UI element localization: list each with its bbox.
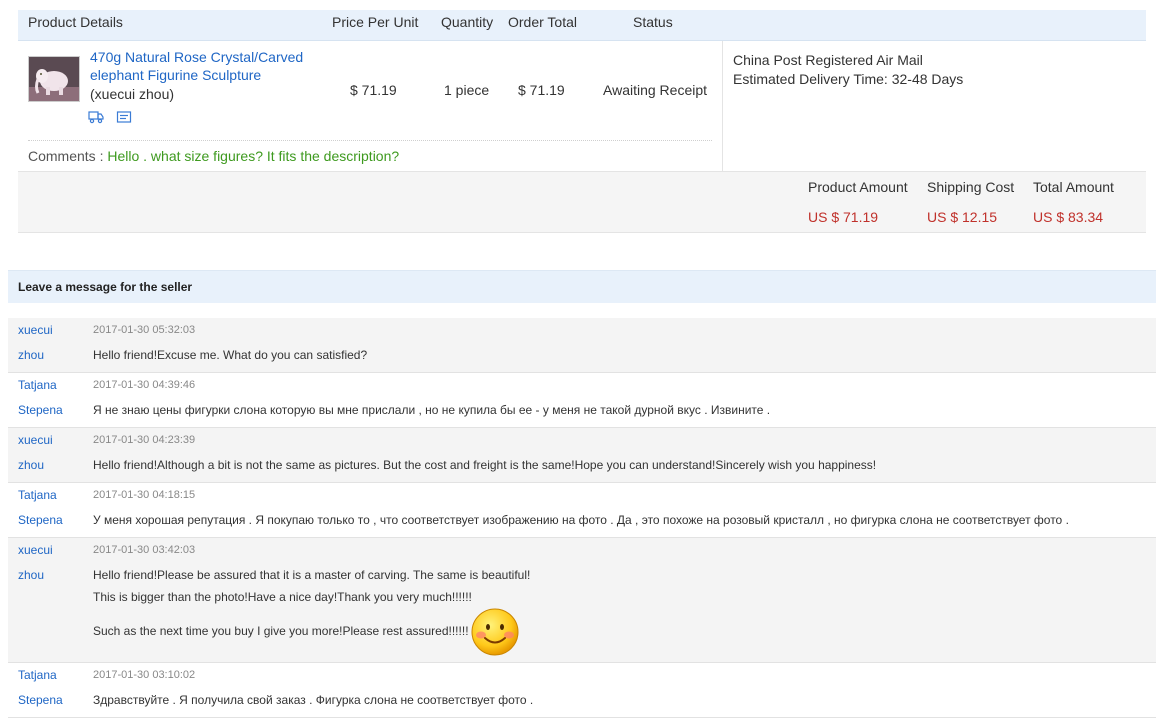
sender-first-name[interactable]: xuecui [18, 433, 53, 447]
sender-first-name[interactable]: Tatjana [18, 668, 57, 682]
sender-last-name[interactable]: Stepena [18, 693, 63, 707]
item-order-total: $ 71.19 [518, 82, 565, 98]
sender-last-name[interactable]: zhou [18, 348, 44, 362]
message-text-line3: Such as the next time you buy I give you… [93, 624, 469, 638]
order-comment: Comments : Hello . what size figures? It… [28, 148, 399, 164]
message-time: 2017-01-30 04:18:15 [93, 489, 196, 501]
product-title-line2: elephant Figurine Sculpture [90, 67, 262, 83]
product-amount-value: US $ 71.19 [808, 209, 879, 225]
sender-last-name[interactable]: Stepena [18, 513, 63, 527]
order-details-table: Product Details Price Per Unit Quantity … [18, 10, 1146, 233]
order-totals: Product Amount US $ 71.19 Shipping Cost … [18, 172, 1146, 233]
smiley-face-icon [471, 608, 519, 656]
message-text: Hello friend!Although a bit is not the s… [93, 458, 877, 472]
message-text-line2: This is bigger than the photo!Have a nic… [93, 590, 472, 604]
message-item: xuecui zhou 2017-01-30 03:42:03 Hello fr… [8, 538, 1156, 663]
sender-first-name[interactable]: Tatjana [18, 488, 57, 502]
message-text: Я не знаю цены фигурки слона которую вы … [93, 403, 771, 417]
product-thumbnail[interactable] [28, 56, 80, 102]
shipping-cost-value: US $ 12.15 [927, 209, 998, 225]
elephant-figurine-image [29, 57, 79, 101]
product-icons [88, 110, 140, 129]
header-quantity: Quantity [441, 14, 494, 30]
estimated-delivery: Estimated Delivery Time: 32-48 Days [733, 71, 964, 87]
header-product-details: Product Details [28, 14, 123, 30]
total-amount-value: US $ 83.34 [1033, 209, 1104, 225]
sender-first-name[interactable]: xuecui [18, 323, 53, 337]
message-time: 2017-01-30 04:39:46 [93, 379, 196, 391]
comment-text: Hello . what size figures? It fits the d… [107, 148, 400, 164]
shipping-truck-icon[interactable] [88, 110, 104, 129]
product-seller: (xuecui zhou) [90, 86, 175, 102]
order-table-header: Product Details Price Per Unit Quantity … [18, 10, 1146, 41]
snapshot-icon[interactable] [116, 110, 132, 129]
header-order-total: Order Total [508, 14, 577, 30]
header-status: Status [633, 14, 673, 30]
message-item: xuecui zhou 2017-01-30 05:32:03 Hello fr… [8, 318, 1156, 373]
dotted-divider [28, 140, 712, 141]
message-item: Tatjana Stepena 2017-01-30 04:18:15 У ме… [8, 483, 1156, 538]
message-item: xuecui zhou 2017-01-30 04:23:39 Hello fr… [8, 428, 1156, 483]
shipping-method: China Post Registered Air Mail [733, 52, 923, 68]
message-section-title: Leave a message for the seller [18, 280, 193, 294]
order-item-cell: 470g Natural Rose Crystal/Carved elephan… [18, 41, 722, 171]
sender-first-name[interactable]: Tatjana [18, 378, 57, 392]
shipping-cost-label: Shipping Cost [927, 179, 1015, 195]
message-item: Tatjana Stepena 2017-01-30 03:10:02 Здра… [8, 663, 1156, 718]
product-amount-label: Product Amount [808, 179, 908, 195]
message-text: Здравствуйте . Я получила свой заказ . Ф… [93, 693, 534, 707]
message-text: Hello friend!Excuse me. What do you can … [93, 348, 368, 362]
message-time: 2017-01-30 04:23:39 [93, 434, 196, 446]
message-item: Tatjana Stepena 2017-01-30 04:39:46 Я не… [8, 373, 1156, 428]
sender-last-name[interactable]: zhou [18, 458, 44, 472]
total-amount-label: Total Amount [1033, 179, 1114, 195]
item-status: Awaiting Receipt [603, 82, 708, 98]
product-title-link[interactable]: 470g Natural Rose Crystal/Carved elephan… [90, 48, 320, 84]
message-section-header: Leave a message for the seller [8, 270, 1156, 303]
message-text: У меня хорошая репутация . Я покупаю тол… [93, 513, 1069, 527]
message-list: xuecui zhou 2017-01-30 05:32:03 Hello fr… [8, 318, 1156, 718]
sender-last-name[interactable]: zhou [18, 568, 44, 582]
order-item-row: 470g Natural Rose Crystal/Carved elephan… [18, 41, 1146, 172]
item-price: $ 71.19 [350, 82, 397, 98]
message-text-line1: Hello friend!Please be assured that it i… [93, 568, 531, 582]
sender-first-name[interactable]: xuecui [18, 543, 53, 557]
item-quantity: 1 piece [444, 82, 490, 98]
message-time: 2017-01-30 05:32:03 [93, 324, 196, 336]
message-time: 2017-01-30 03:42:03 [93, 544, 196, 556]
header-price-per-unit: Price Per Unit [332, 14, 419, 30]
sender-last-name[interactable]: Stepena [18, 403, 63, 417]
shipping-info-cell: China Post Registered Air Mail Estimated… [722, 41, 1147, 171]
message-time: 2017-01-30 03:10:02 [93, 669, 196, 681]
comment-label: Comments : [28, 148, 104, 164]
product-title-line1: 470g Natural Rose Crystal/Carved [90, 49, 304, 65]
